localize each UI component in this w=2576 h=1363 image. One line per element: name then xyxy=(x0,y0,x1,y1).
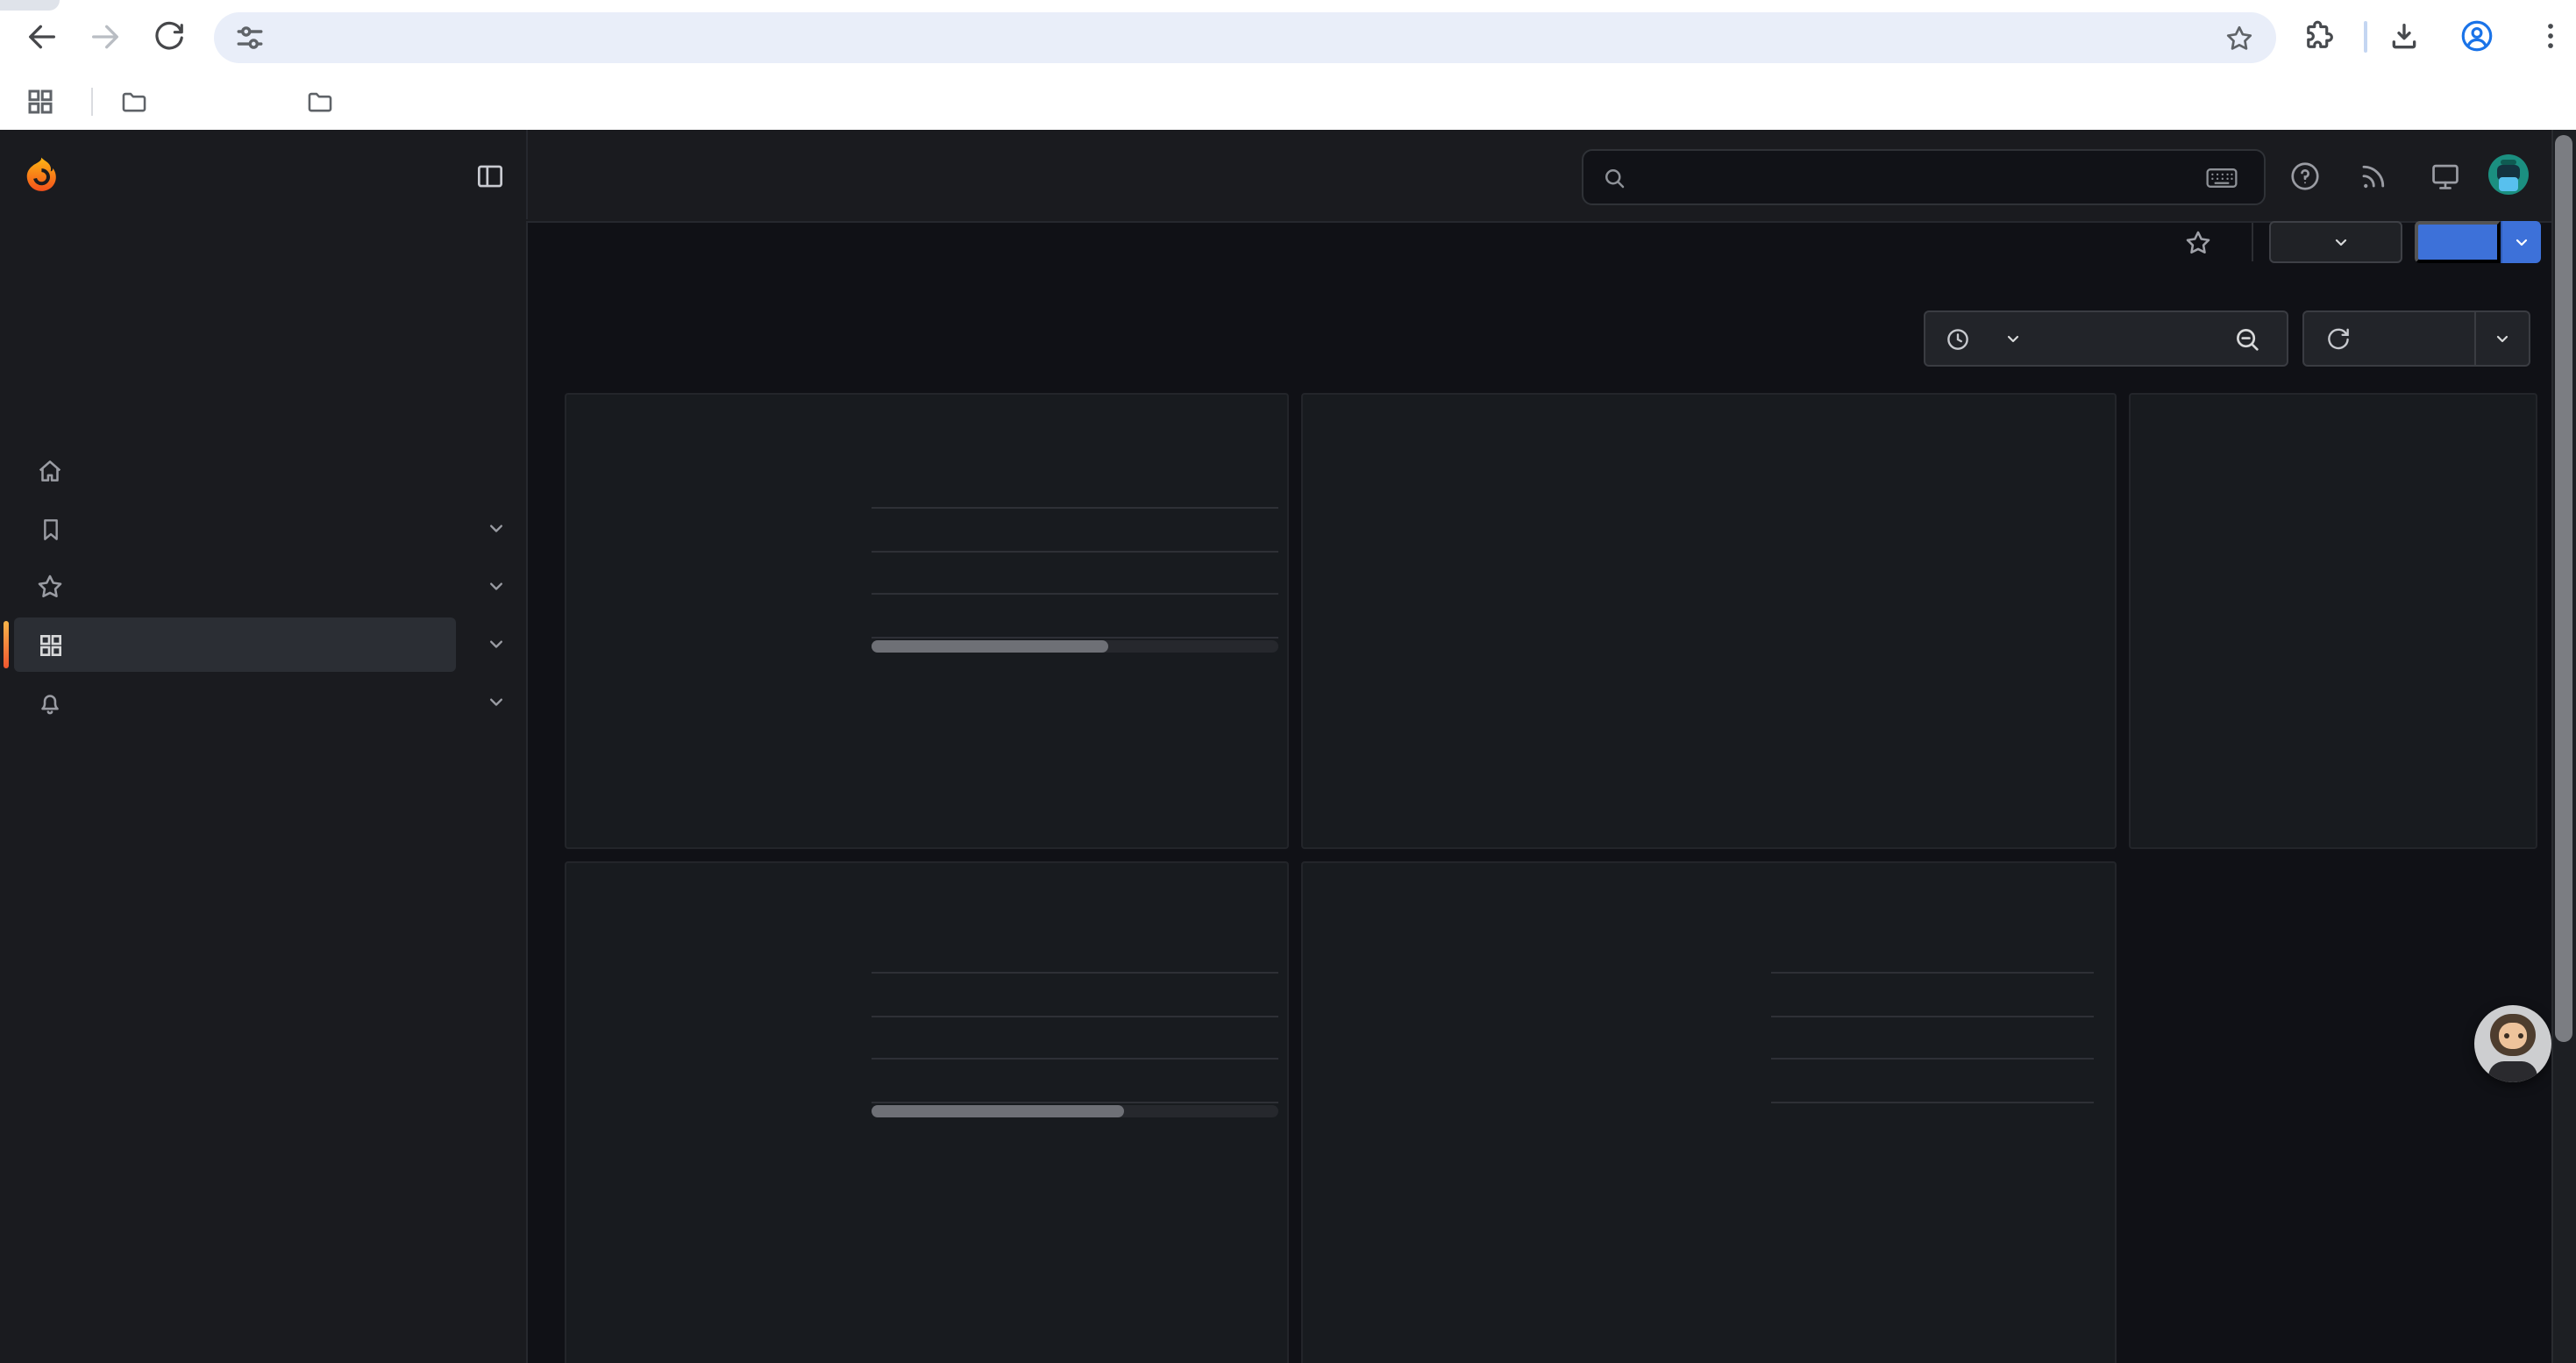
legend-scrollbar[interactable] xyxy=(872,640,1278,653)
series-color-chip xyxy=(872,612,896,619)
legend-row[interactable] xyxy=(1771,1058,2094,1101)
folder-icon xyxy=(305,87,335,117)
bookmark-star-icon[interactable] xyxy=(2224,22,2255,54)
bookmarks-bar xyxy=(0,74,2576,132)
dashboards-grid-icon xyxy=(35,630,65,660)
bookmark-folder-blogs[interactable] xyxy=(295,81,358,123)
series-color-chip xyxy=(1771,1034,1796,1041)
sidebar-item-dashboards[interactable] xyxy=(0,616,526,674)
header-brand-section xyxy=(0,130,528,219)
series-color-chip xyxy=(1771,991,1796,998)
refresh-button[interactable] xyxy=(2302,310,2476,367)
series-color-chip xyxy=(1771,1077,1796,1084)
toolbar-divider xyxy=(2364,21,2367,53)
time-range-picker[interactable] xyxy=(1924,310,2208,367)
chevron-down-icon xyxy=(2330,232,2352,253)
legend-row[interactable] xyxy=(872,1058,1278,1101)
toolbar-divider xyxy=(2252,223,2253,261)
sidebar-item-bookmarks[interactable] xyxy=(0,500,526,558)
active-highlight xyxy=(14,617,456,672)
bookmarks-divider xyxy=(91,88,93,116)
refresh-interval-caret[interactable] xyxy=(2474,310,2530,367)
refresh-icon xyxy=(2325,325,2352,352)
url-bar[interactable] xyxy=(214,12,2276,63)
active-indicator xyxy=(4,621,9,668)
news-rss-icon[interactable] xyxy=(2357,158,2392,193)
panel-requests-under-100ms xyxy=(1301,861,2117,1363)
panel-request-per-minute xyxy=(1301,393,2117,849)
breadcrumb xyxy=(572,130,635,219)
home-icon xyxy=(35,456,65,486)
legend-row[interactable] xyxy=(872,972,1278,1015)
profile-icon[interactable] xyxy=(2459,18,2495,54)
user-avatar[interactable] xyxy=(2488,154,2529,195)
series-color-chip xyxy=(872,1077,896,1084)
star-icon xyxy=(35,572,65,602)
sidebar-item-starred[interactable] xyxy=(0,558,526,616)
share-menu-caret[interactable] xyxy=(2501,221,2541,263)
share-button[interactable] xyxy=(2415,221,2501,263)
sidebar xyxy=(0,221,528,1363)
panel-total-requests-per-minute xyxy=(565,393,1289,849)
page-scrollbar-thumb[interactable] xyxy=(2555,135,2572,1042)
series-color-chip xyxy=(872,569,896,576)
floating-assistant-avatar[interactable] xyxy=(2474,1005,2551,1082)
clock-icon xyxy=(1945,325,1971,352)
downloads-icon[interactable] xyxy=(2385,18,2422,54)
chevron-down-icon[interactable] xyxy=(484,632,509,656)
legend-row[interactable] xyxy=(872,507,1278,550)
panel-errors-per-second xyxy=(2129,393,2537,849)
legend-row[interactable] xyxy=(872,593,1278,636)
help-icon[interactable] xyxy=(2287,158,2322,193)
sidebar-item-alerting[interactable] xyxy=(0,674,526,731)
panel-average-response-time xyxy=(565,861,1289,1363)
legend-scrollbar[interactable] xyxy=(872,1105,1278,1117)
series-color-chip xyxy=(872,1034,896,1041)
browser-menu-icon[interactable] xyxy=(2532,18,2569,54)
legend-table xyxy=(1771,928,2094,1103)
sidebar-item-home[interactable] xyxy=(0,442,526,500)
browser-forward-button[interactable] xyxy=(88,19,123,54)
folder-icon xyxy=(119,87,149,117)
legend xyxy=(1327,795,1405,802)
keyboard-icon xyxy=(2206,166,2238,189)
chevron-down-icon[interactable] xyxy=(484,516,509,540)
legend-row[interactable] xyxy=(1771,1015,2094,1058)
favorite-dashboard-star-icon[interactable] xyxy=(2183,228,2213,258)
export-button[interactable] xyxy=(2269,221,2402,263)
legend-table xyxy=(872,463,1278,638)
series-color-chip xyxy=(1327,795,1352,802)
legend-row[interactable] xyxy=(1771,972,2094,1015)
grafana-logo-icon[interactable] xyxy=(23,156,60,193)
chevron-down-icon[interactable] xyxy=(484,574,509,598)
legend-row[interactable] xyxy=(872,550,1278,593)
browser-toolbar xyxy=(0,0,2576,74)
search-shortcut xyxy=(2206,166,2246,189)
series-color-chip xyxy=(872,991,896,998)
bell-icon xyxy=(35,688,65,717)
zoom-out-time-button[interactable] xyxy=(2206,310,2288,367)
bookmark-folder-freeleaps[interactable] xyxy=(109,81,172,123)
kiosk-monitor-icon[interactable] xyxy=(2427,158,2462,193)
chevron-down-icon xyxy=(2003,328,2024,349)
tab-strip-remnant xyxy=(0,0,60,11)
chevron-down-icon[interactable] xyxy=(484,689,509,714)
chart-request-per-minute xyxy=(1303,395,2115,847)
grafana-header xyxy=(0,130,2576,223)
sidebar-toggle-icon[interactable] xyxy=(472,158,507,193)
site-settings-icon[interactable] xyxy=(235,23,265,53)
search-icon xyxy=(1601,164,1627,190)
search-input[interactable] xyxy=(1582,149,2266,205)
legend-row[interactable] xyxy=(872,1015,1278,1058)
browser-reload-button[interactable] xyxy=(151,19,186,54)
legend-table xyxy=(872,928,1278,1103)
apps-grid-icon[interactable] xyxy=(25,86,56,118)
browser-back-button[interactable] xyxy=(25,19,60,54)
bookmark-icon xyxy=(35,514,65,544)
series-color-chip xyxy=(872,526,896,533)
extensions-icon[interactable] xyxy=(2301,18,2338,54)
